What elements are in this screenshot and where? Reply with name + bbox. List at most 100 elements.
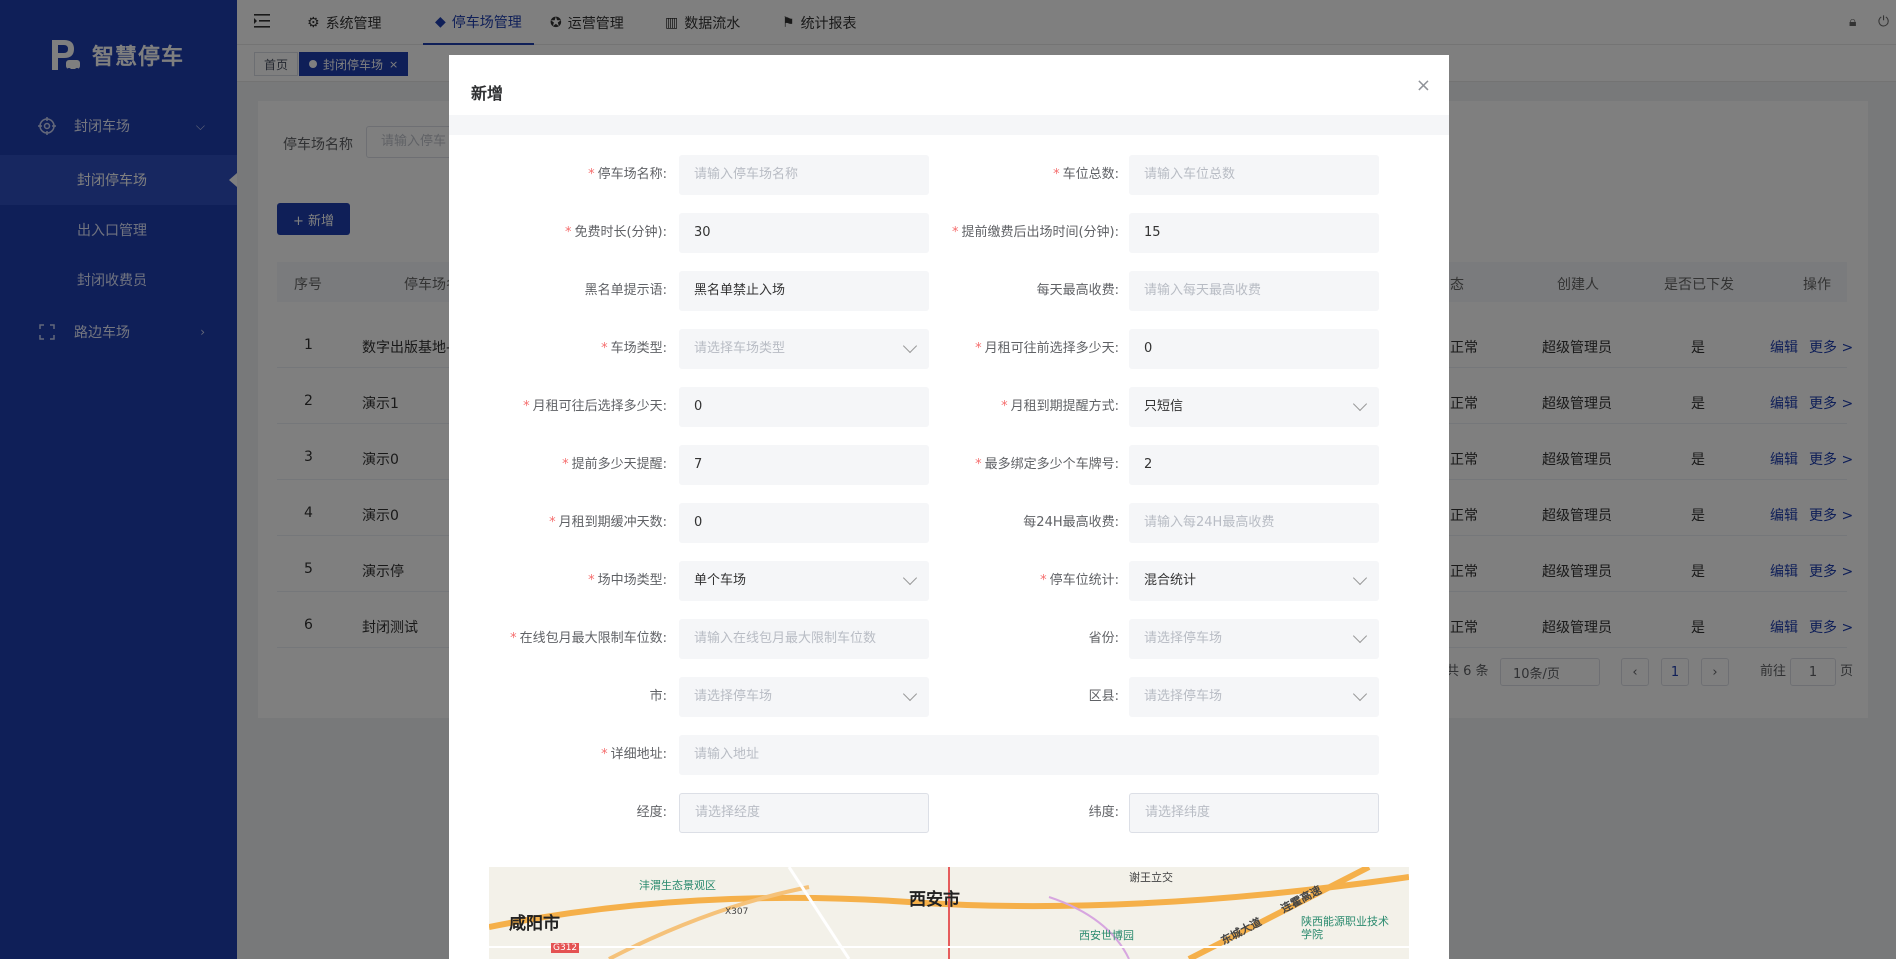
select-venue-type[interactable]: 单个车场	[679, 561, 929, 601]
field-label-monthly-after-days: * 月租可往后选择多少天:	[477, 388, 667, 426]
field-label-text: 省份:	[1088, 631, 1119, 646]
field-label-text: 详细地址:	[610, 747, 667, 762]
chevron-down-icon	[1352, 686, 1368, 702]
required-asterisk: *	[523, 399, 530, 414]
select-monthly-remind-mode[interactable]: 只短信	[1129, 387, 1379, 427]
map-label-xianyang: 咸阳市	[509, 914, 560, 934]
field-placeholder: 请选择停车场	[694, 689, 773, 704]
input-name[interactable]: 请输入停车场名称	[679, 155, 929, 195]
field-label-text: 提前缴费后出场时间(分钟):	[961, 225, 1119, 240]
input-blacklist-tip[interactable]: 黑名单禁止入场	[679, 271, 929, 311]
field-label-venue-type: * 场中场类型:	[477, 562, 667, 600]
map-poi-ecological-area: 沣渭生态景观区	[639, 879, 716, 892]
field-label-text: 车场类型:	[610, 341, 667, 356]
field-label-city: 市:	[477, 678, 667, 716]
field-label-text: 提前多少天提醒:	[571, 457, 667, 472]
field-value: 混合统计	[1144, 573, 1197, 588]
input-exit-minutes[interactable]: 15	[1129, 213, 1379, 253]
field-label-text: 场中场类型:	[597, 573, 667, 588]
field-label-text: 月租到期提醒方式:	[1010, 399, 1119, 414]
map-poi-expo-park: 西安世博园	[1079, 929, 1134, 942]
input-monthly-after-days[interactable]: 0	[679, 387, 929, 427]
required-asterisk: *	[975, 457, 982, 472]
field-value: 单个车场	[694, 573, 747, 588]
field-placeholder: 请输入地址	[694, 747, 760, 762]
field-label-text: 月租可往前选择多少天:	[984, 341, 1119, 356]
field-placeholder: 请输入每天最高收费	[1144, 283, 1262, 298]
input-online-monthly-limit[interactable]: 请输入在线包月最大限制车位数	[679, 619, 929, 659]
field-value: 黑名单禁止入场	[694, 283, 786, 298]
form-backdrop	[449, 115, 1449, 135]
field-label-text: 市:	[649, 689, 667, 704]
location-map[interactable]: 西安市 咸阳市 沣渭生态景观区 谢王立交 西安世博园 陕西能源职业技术学院 东城…	[489, 867, 1409, 959]
map-label-interchange: 谢王立交	[1129, 871, 1173, 884]
close-icon[interactable]: ×	[1416, 75, 1431, 96]
field-label-text: 最多绑定多少个车牌号:	[984, 457, 1119, 472]
select-province[interactable]: 请选择停车场	[1129, 619, 1379, 659]
input-free-minutes[interactable]: 30	[679, 213, 929, 253]
input-latitude[interactable]: 请选择纬度	[1129, 793, 1379, 833]
field-label-name: * 停车场名称:	[477, 156, 667, 194]
input-max-fee-24h[interactable]: 请输入每24H最高收费	[1129, 503, 1379, 543]
field-label-text: 月租可往后选择多少天:	[532, 399, 667, 414]
select-lot-type[interactable]: 请选择车场类型	[679, 329, 929, 369]
field-label-text: 免费时长(分钟):	[574, 225, 667, 240]
field-placeholder: 请输入每24H最高收费	[1144, 515, 1275, 530]
chevron-down-icon	[902, 338, 918, 354]
field-label-online-monthly-limit: * 在线包月最大限制车位数:	[477, 620, 667, 658]
select-city[interactable]: 请选择停车场	[679, 677, 929, 717]
select-district[interactable]: 请选择停车场	[1129, 677, 1379, 717]
field-label-text: 车位总数:	[1062, 167, 1119, 182]
input-longitude[interactable]: 请选择经度	[679, 793, 929, 833]
field-label-text: 纬度:	[1088, 805, 1119, 820]
required-asterisk: *	[510, 631, 517, 646]
required-asterisk: *	[588, 167, 595, 182]
chevron-down-icon	[902, 570, 918, 586]
required-asterisk: *	[564, 225, 572, 240]
field-value: 0	[694, 399, 703, 414]
required-asterisk: *	[1053, 167, 1060, 182]
field-label-text: 停车场名称:	[597, 167, 667, 182]
input-address[interactable]: 请输入地址	[679, 735, 1379, 775]
required-asterisk: *	[1040, 573, 1047, 588]
required-asterisk: *	[951, 225, 959, 240]
required-asterisk: *	[549, 515, 556, 530]
field-label-province: 省份:	[929, 620, 1119, 658]
required-asterisk: *	[588, 573, 595, 588]
field-label-remind-days-ahead: * 提前多少天提醒:	[477, 446, 667, 484]
field-label-address: * 详细地址:	[477, 736, 667, 774]
field-value: 15	[1144, 225, 1161, 240]
field-label-text: 区县:	[1088, 689, 1119, 704]
field-label-grace-days: * 月租到期缓冲天数:	[477, 504, 667, 542]
input-remind-days-ahead[interactable]: 7	[679, 445, 929, 485]
field-value: 7	[694, 457, 703, 472]
select-space-stat[interactable]: 混合统计	[1129, 561, 1379, 601]
field-label-longitude: 经度:	[477, 794, 667, 832]
field-label-text: 经度:	[636, 805, 667, 820]
input-max-plates[interactable]: 2	[1129, 445, 1379, 485]
required-asterisk: *	[1001, 399, 1008, 414]
chevron-down-icon	[1352, 628, 1368, 644]
field-label-district: 区县:	[929, 678, 1119, 716]
field-value: 0	[1144, 341, 1153, 356]
input-grace-days[interactable]: 0	[679, 503, 929, 543]
map-roads	[489, 867, 1409, 959]
required-asterisk: *	[601, 747, 608, 762]
map-road-g312: G312	[551, 943, 580, 953]
input-monthly-before-days[interactable]: 0	[1129, 329, 1379, 369]
field-label-max-fee-24h: 每24H最高收费:	[929, 504, 1119, 542]
input-daily-max-fee[interactable]: 请输入每天最高收费	[1129, 271, 1379, 311]
map-road-x307: X307	[725, 907, 749, 917]
field-label-text: 月租到期缓冲天数:	[558, 515, 667, 530]
field-placeholder: 请选择车场类型	[694, 341, 786, 356]
field-value: 30	[694, 225, 711, 240]
input-total-spaces[interactable]: 请输入车位总数	[1129, 155, 1379, 195]
add-dialog: 新增 × * 停车场名称: 请输入停车场名称 * 车位总数: 请输入车位总数 * 免费时长(分…	[449, 55, 1449, 959]
field-label-text: 黑名单提示语:	[584, 283, 667, 298]
chevron-down-icon	[1352, 396, 1368, 412]
field-placeholder: 请输入在线包月最大限制车位数	[694, 631, 877, 646]
field-placeholder: 请输入停车场名称	[694, 167, 799, 182]
field-label-text: 每24H最高收费:	[1023, 515, 1119, 530]
field-value: 0	[694, 515, 703, 530]
field-label-latitude: 纬度:	[929, 794, 1119, 832]
